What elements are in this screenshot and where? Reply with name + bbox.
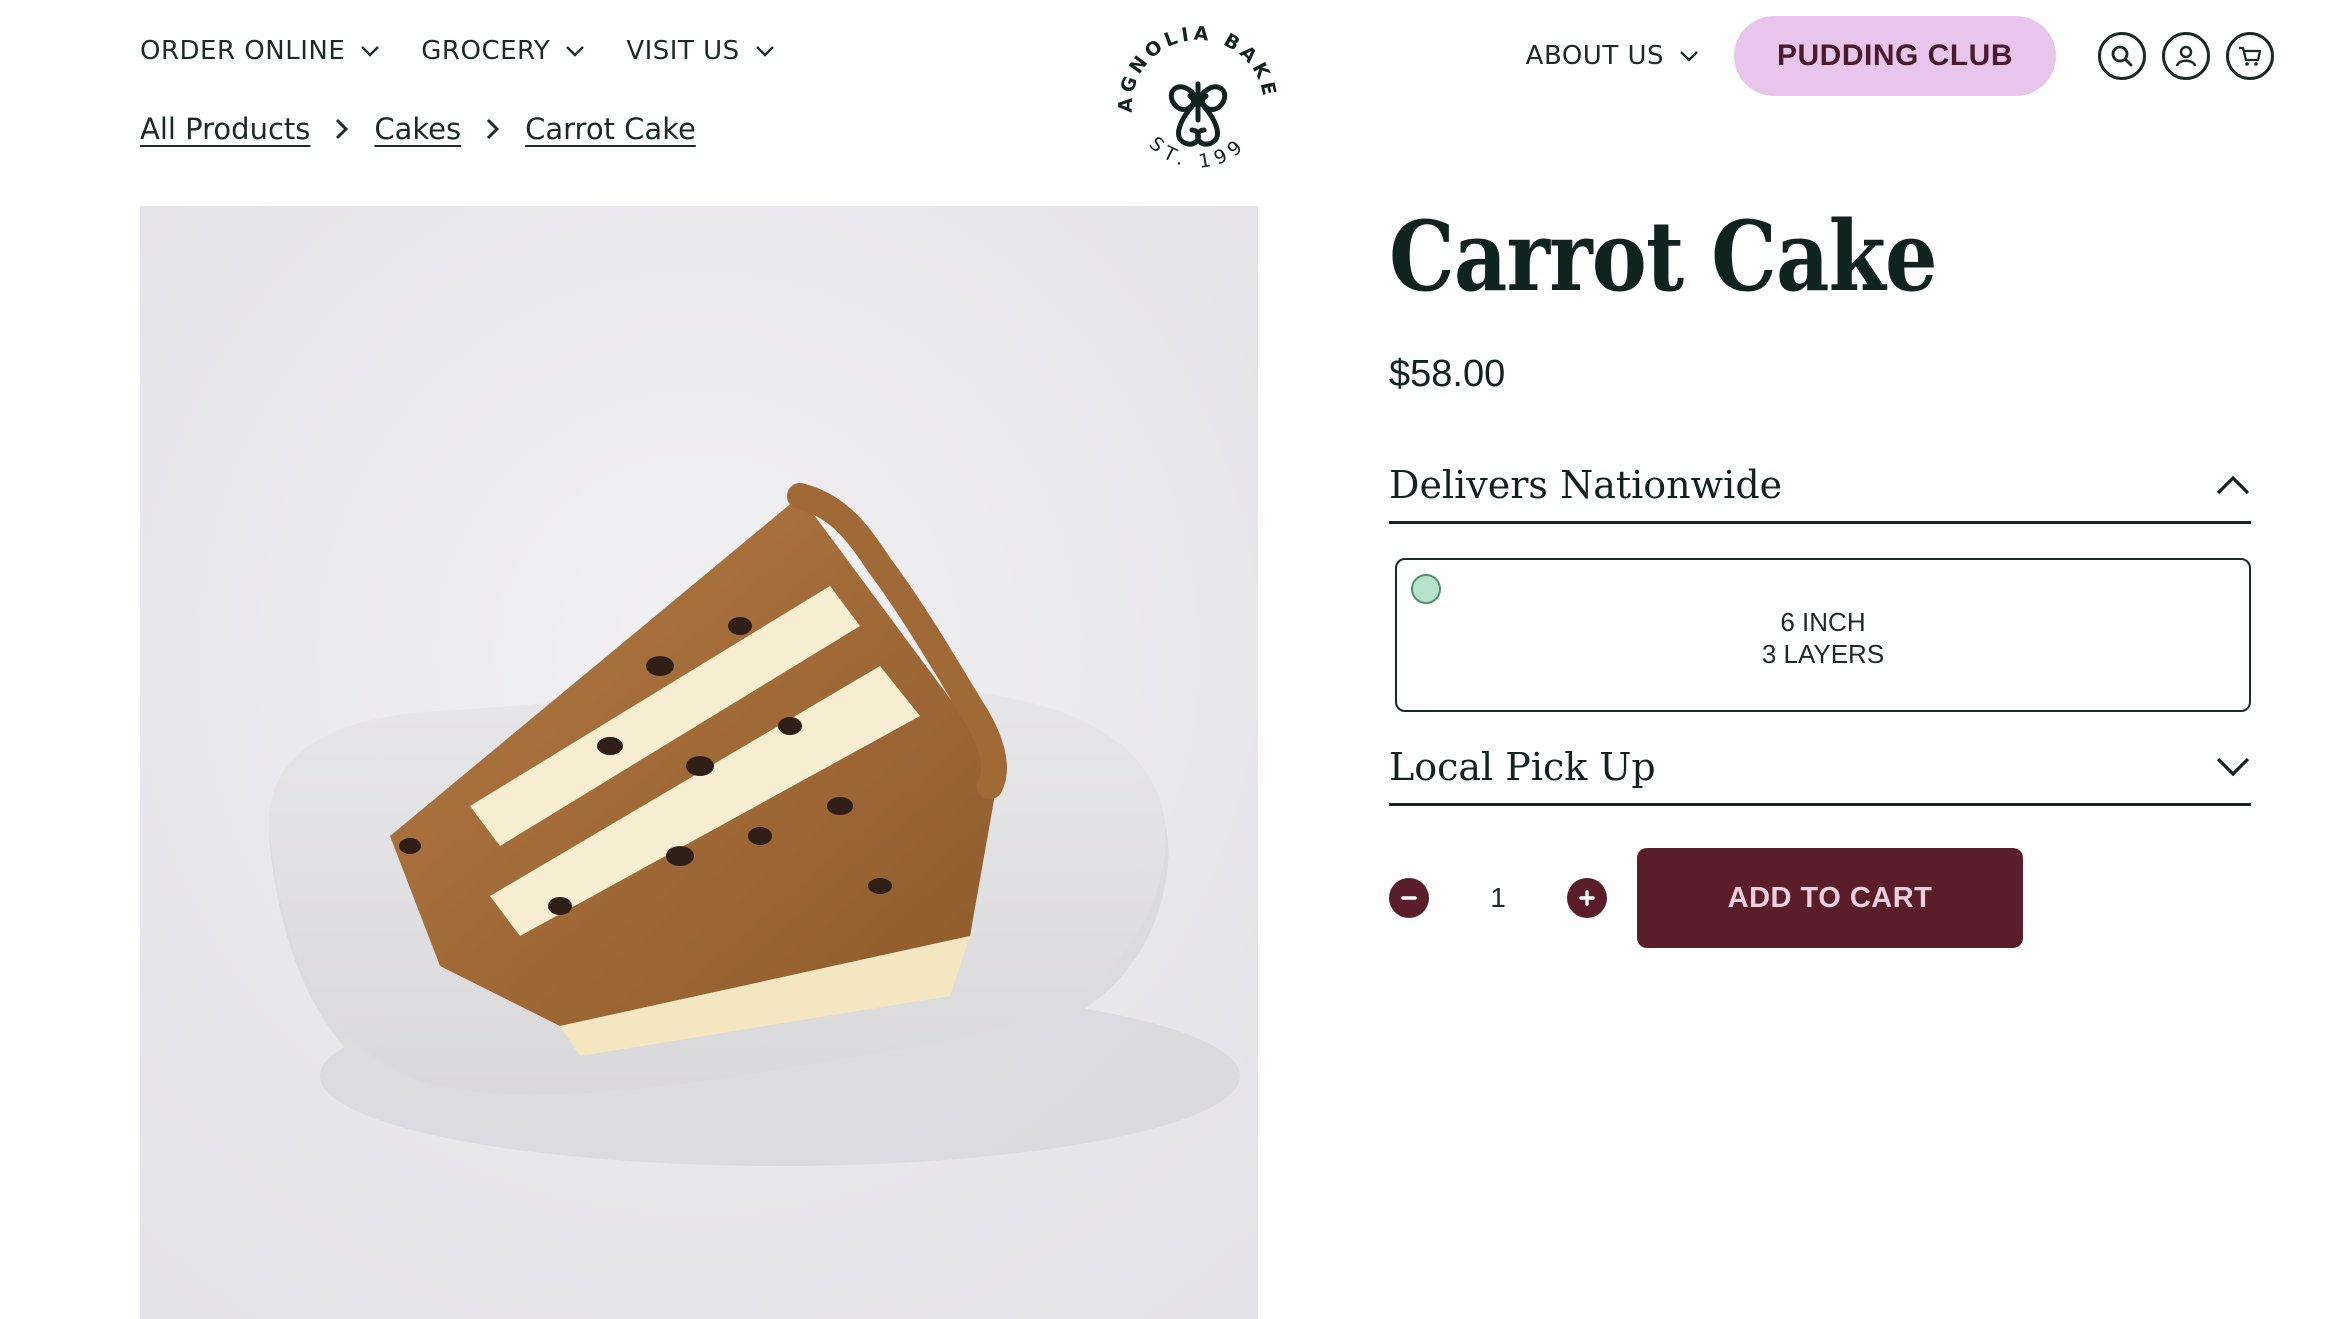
search-icon	[2111, 45, 2133, 67]
chevron-down-icon	[1678, 45, 1700, 67]
delivers-nationwide-accordion[interactable]: Delivers Nationwide	[1389, 448, 2251, 524]
cart-icon	[2239, 46, 2262, 66]
product-image	[140, 206, 1258, 1319]
nav-grocery-label: GROCERY	[421, 36, 551, 66]
search-button[interactable]	[2098, 32, 2146, 80]
pudding-club-button[interactable]: PUDDING CLUB	[1734, 16, 2056, 96]
logo-emblem-icon: MAGNOLIA BAKERY EST. 1996	[1099, 0, 1277, 173]
size-option-label: 6 INCH 3 LAYERS	[1397, 606, 2249, 670]
chevron-right-icon	[483, 117, 503, 141]
quantity-stepper: 1 ADD TO CART	[1389, 848, 2251, 948]
carrot-cake-slice-illustration	[140, 206, 1258, 1319]
account-button[interactable]	[2162, 32, 2210, 80]
increase-quantity-button[interactable]	[1567, 878, 1607, 918]
chevron-down-icon	[2215, 756, 2251, 778]
nav-about-us-label: ABOUT US	[1525, 41, 1664, 71]
nav-grocery[interactable]: GROCERY	[421, 36, 586, 66]
chevron-right-icon	[332, 117, 352, 141]
chevron-down-icon	[754, 40, 776, 62]
magnolia-bakery-logo[interactable]: MAGNOLIA BAKERY EST. 1996	[1099, 0, 1286, 190]
breadcrumb-all-products[interactable]: All Products	[140, 112, 310, 146]
size-option-6-inch[interactable]: 6 INCH 3 LAYERS	[1395, 558, 2251, 712]
account-icon	[2175, 45, 2197, 67]
nav-visit-us-label: VISIT US	[626, 36, 740, 66]
cart-button[interactable]	[2226, 32, 2274, 80]
product-title: Carrot Cake	[1389, 200, 1937, 313]
size-option-line-2: 3 LAYERS	[1761, 639, 1885, 669]
nav-order-online-label: ORDER ONLINE	[140, 36, 346, 66]
radio-button[interactable]	[1411, 574, 1441, 604]
nav-order-online[interactable]: ORDER ONLINE	[140, 36, 381, 66]
chevron-up-icon	[2215, 474, 2251, 496]
add-to-cart-button[interactable]: ADD TO CART	[1637, 848, 2023, 948]
plus-icon	[1579, 890, 1595, 906]
breadcrumb-cakes[interactable]: Cakes	[374, 112, 461, 146]
decrease-quantity-button[interactable]	[1389, 878, 1429, 918]
local-pick-up-accordion[interactable]: Local Pick Up	[1389, 730, 2251, 806]
chevron-down-icon	[359, 40, 381, 62]
product-price: $58.00	[1389, 353, 1506, 395]
main-nav-left: ORDER ONLINE GROCERY VISIT US	[140, 36, 776, 66]
nav-visit-us[interactable]: VISIT US	[626, 36, 775, 66]
product-details: Carrot Cake $58.00 Delivers Nationwide 6…	[1389, 200, 2251, 948]
minus-icon	[1401, 896, 1417, 900]
main-nav-right: ABOUT US PUDDING CLUB	[1526, 16, 2274, 96]
breadcrumb: All Products Cakes Carrot Cake	[140, 112, 696, 146]
size-option-line-1: 6 INCH	[1780, 607, 1866, 637]
accordion-title: Local Pick Up	[1389, 744, 1656, 789]
nav-about-us[interactable]: ABOUT US	[1526, 41, 1700, 71]
accordion-title: Delivers Nationwide	[1389, 462, 1783, 507]
chevron-down-icon	[564, 40, 586, 62]
breadcrumb-carrot-cake[interactable]: Carrot Cake	[525, 112, 696, 146]
quantity-value[interactable]: 1	[1429, 882, 1567, 914]
